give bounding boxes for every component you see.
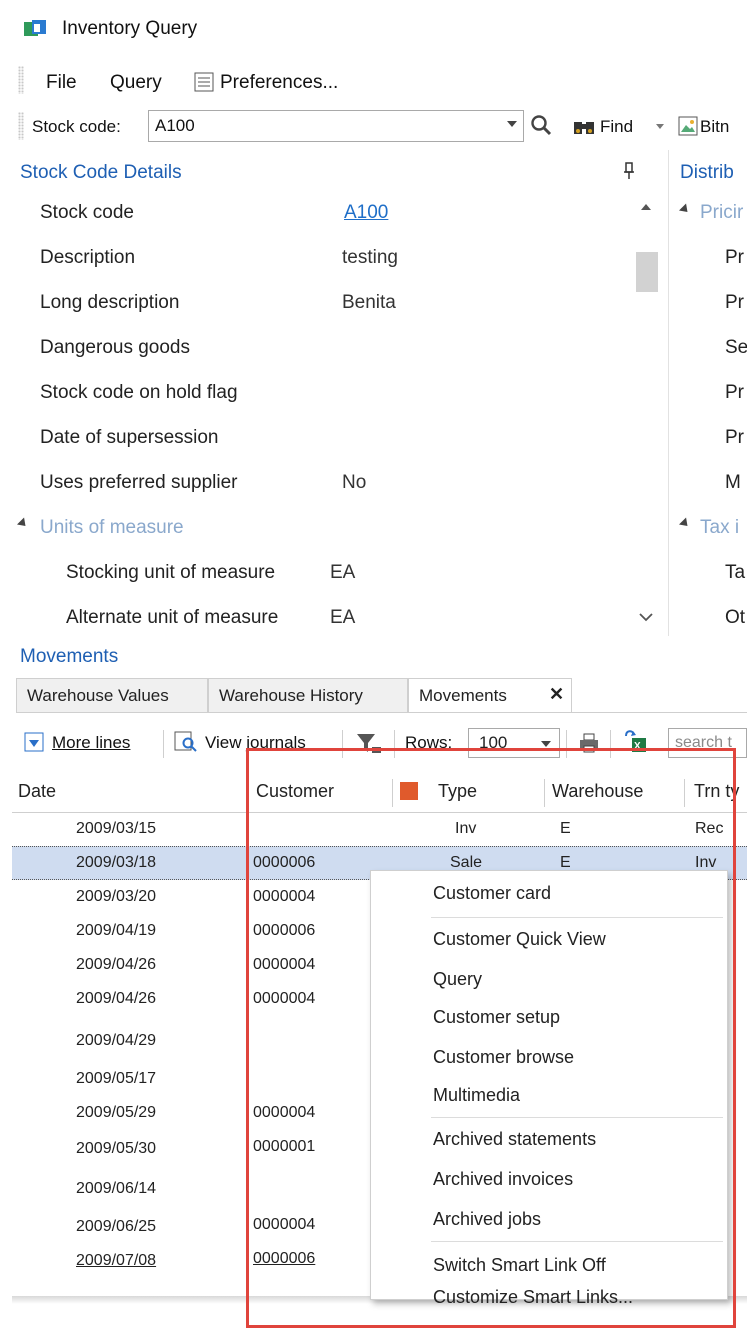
stock-code-link[interactable]: A100 — [344, 202, 388, 224]
distribution-item: Pr — [725, 382, 744, 403]
menu-file[interactable]: File — [46, 72, 77, 94]
cell-date: 2009/04/26 — [76, 990, 157, 1007]
distribution-title: Distrib — [680, 162, 734, 183]
tab-underline — [16, 712, 747, 713]
details-title: Stock Code Details — [20, 162, 182, 183]
cell-date: 2009/05/30 — [76, 1140, 157, 1157]
pin-icon[interactable] — [622, 162, 636, 180]
app-icon — [24, 20, 46, 36]
stock-code-label: Stock code: — [32, 117, 121, 136]
distribution-item: Pr — [725, 292, 744, 313]
window-title: Inventory Query — [62, 18, 198, 39]
cell-date: 2009/03/15 — [76, 820, 157, 837]
distribution-item: Pr — [725, 247, 744, 268]
prop-label: Alternate unit of measure — [66, 607, 279, 628]
collapse-icon[interactable] — [678, 203, 692, 216]
tab-label: Movements — [419, 686, 507, 705]
prop-label: Uses preferred supplier — [40, 472, 238, 493]
chevron-up-icon[interactable] — [641, 204, 651, 210]
bitmap-button[interactable]: Bitn — [700, 117, 729, 137]
collapse-icon[interactable] — [678, 517, 692, 530]
tab-movements[interactable]: Movements ✕ — [408, 678, 572, 712]
prop-label: Stock code on hold flag — [40, 382, 238, 403]
cell-date: 2009/04/29 — [76, 1032, 157, 1049]
more-lines-button[interactable]: More lines — [52, 733, 130, 753]
pricing-group-label: Pricir — [700, 202, 744, 223]
search-icon[interactable] — [530, 114, 552, 136]
view-journals-icon — [174, 731, 197, 752]
prop-value: EA — [330, 607, 356, 628]
cell-date: 2009/06/25 — [76, 1218, 157, 1235]
find-button[interactable]: Find — [600, 117, 633, 137]
pane-divider[interactable] — [668, 150, 669, 636]
menu-query[interactable]: Query — [110, 72, 162, 94]
prop-label: Description — [40, 247, 136, 268]
cell-date: 2009/07/08 — [76, 1252, 157, 1269]
distribution-item: Se — [725, 337, 747, 358]
prop-label: Long description — [40, 292, 180, 313]
prop-label: Stock code — [40, 202, 134, 223]
distribution-item: Ta — [725, 562, 746, 583]
cell-date: 2009/04/19 — [76, 922, 157, 939]
distribution-item: Pr — [725, 427, 744, 448]
column-header-date[interactable]: Date — [18, 781, 56, 815]
toolbar-separator — [163, 730, 164, 758]
prop-value: testing — [342, 247, 398, 268]
units-group-label: Units of measure — [40, 517, 184, 538]
prop-value: No — [342, 472, 367, 493]
distribution-item: Ot — [725, 607, 746, 628]
cell-date: 2009/04/26 — [76, 956, 157, 973]
close-icon[interactable]: ✕ — [549, 684, 564, 705]
preferences-icon — [194, 72, 214, 92]
distribution-item: M — [725, 472, 741, 493]
chevron-down-icon[interactable] — [507, 121, 517, 127]
prop-value: EA — [330, 562, 356, 583]
menu-preferences[interactable]: Preferences... — [220, 72, 338, 94]
binoculars-icon — [574, 122, 594, 134]
prop-label: Date of supersession — [40, 427, 219, 448]
stock-code-value: A100 — [155, 116, 195, 135]
bitmap-icon — [678, 116, 698, 136]
collapse-icon[interactable] — [16, 517, 30, 530]
movements-title: Movements — [20, 646, 119, 667]
chevron-down-icon[interactable] — [541, 741, 551, 747]
cell-date: 2009/06/14 — [76, 1180, 157, 1197]
highlight-box — [246, 748, 736, 1328]
cell-date: 2009/03/18 — [76, 854, 157, 871]
scrollbar-thumb[interactable] — [636, 252, 658, 292]
find-dropdown-icon[interactable] — [656, 124, 664, 129]
cell-date: 2009/03/20 — [76, 888, 157, 905]
tab-warehouse-values[interactable]: Warehouse Values — [16, 678, 208, 712]
stock-code-combo[interactable]: A100 — [148, 110, 524, 142]
cell-date: 2009/05/17 — [76, 1070, 157, 1087]
tab-warehouse-history[interactable]: Warehouse History — [208, 678, 408, 712]
more-lines-icon — [24, 732, 44, 752]
chevron-down-icon[interactable] — [639, 612, 653, 622]
prop-value: Benita — [342, 292, 396, 313]
menubar-grip[interactable] — [18, 66, 24, 94]
prop-label: Dangerous goods — [40, 337, 190, 358]
prop-label: Stocking unit of measure — [66, 562, 276, 583]
cell-date: 2009/05/29 — [76, 1104, 157, 1121]
tab-label: Warehouse History — [219, 686, 363, 705]
tab-label: Warehouse Values — [27, 686, 169, 705]
toolbar-grip[interactable] — [18, 112, 24, 140]
tax-group-label: Tax i — [700, 517, 740, 538]
